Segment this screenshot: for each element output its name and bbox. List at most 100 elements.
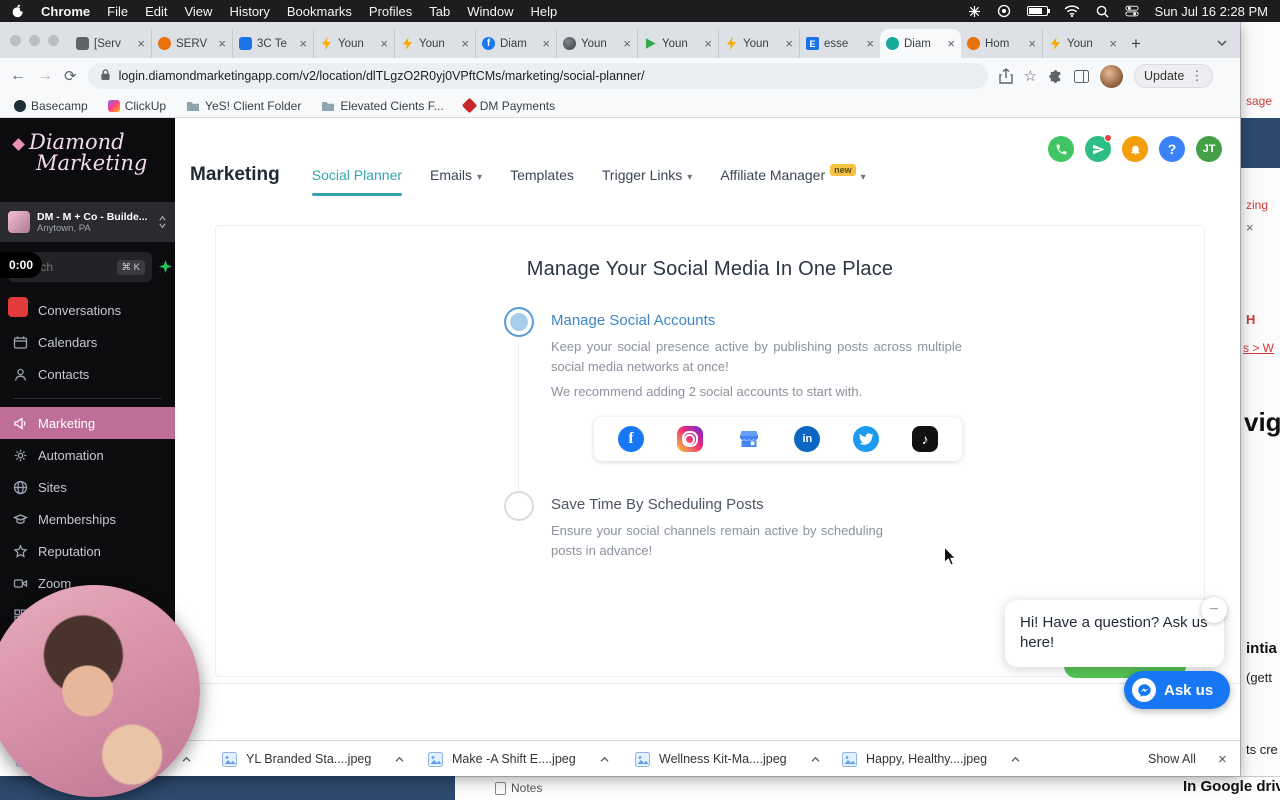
browser-tab-active[interactable]: Diam <box>880 29 961 58</box>
chevron-up-icon[interactable] <box>1010 756 1021 763</box>
chat-minimize-button[interactable]: − <box>1201 597 1227 623</box>
browser-tab[interactable]: Youn <box>394 29 475 58</box>
step2-radio[interactable] <box>504 491 534 521</box>
menu-bookmarks[interactable]: Bookmarks <box>287 4 352 19</box>
menu-window[interactable]: Window <box>467 4 513 19</box>
tab-affiliate-manager[interactable]: Affiliate Manager new <box>720 164 865 183</box>
snowflake-icon[interactable] <box>968 5 981 18</box>
profile-avatar[interactable] <box>1100 64 1124 88</box>
tab-close-icon[interactable] <box>620 36 631 51</box>
google-business-icon[interactable] <box>736 426 762 452</box>
chrome-update-button[interactable]: Update <box>1134 64 1214 88</box>
download-item[interactable]: Happy, Healthy....jpeg <box>842 741 1021 777</box>
bookmark-dm-payments[interactable]: DM Payments <box>461 97 555 114</box>
chevron-up-icon[interactable] <box>599 756 610 763</box>
twitter-icon[interactable] <box>853 426 880 452</box>
close-window-button[interactable] <box>10 35 21 46</box>
kebab-menu-icon[interactable] <box>1190 68 1203 84</box>
menu-app-name[interactable]: Chrome <box>41 4 90 19</box>
show-all-downloads-button[interactable]: Show All <box>1148 741 1196 777</box>
padlock-icon[interactable] <box>100 68 111 84</box>
bookmark-star-icon[interactable]: ☆ <box>1024 67 1037 85</box>
chevron-up-icon[interactable] <box>394 756 405 763</box>
linkedin-icon[interactable]: in <box>794 426 821 452</box>
tab-close-icon[interactable] <box>377 36 388 51</box>
browser-tab[interactable]: Youn <box>718 29 799 58</box>
address-bar[interactable]: login.diamondmarketingapp.com/v2/locatio… <box>87 63 988 89</box>
tab-close-icon[interactable] <box>458 36 469 51</box>
record-icon[interactable] <box>997 4 1011 18</box>
browser-tab[interactable]: SERV <box>151 29 232 58</box>
tab-close-icon[interactable] <box>215 36 226 51</box>
browser-tab[interactable]: [Serv <box>70 29 151 58</box>
tab-overflow-chevron-icon[interactable] <box>1216 34 1228 52</box>
browser-tab[interactable]: Hom <box>961 29 1042 58</box>
menu-tab[interactable]: Tab <box>429 4 450 19</box>
tab-close-icon[interactable] <box>701 36 712 51</box>
tab-emails[interactable]: Emails <box>430 167 482 183</box>
minimize-window-button[interactable] <box>29 35 40 46</box>
ask-us-button[interactable]: Ask us <box>1124 671 1231 709</box>
tab-social-planner[interactable]: Social Planner <box>311 167 403 196</box>
step1-radio[interactable] <box>504 307 534 337</box>
step2-title[interactable]: Save Time By Scheduling Posts <box>551 496 916 513</box>
menu-file[interactable]: File <box>107 4 128 19</box>
extensions-puzzle-icon[interactable] <box>1048 69 1063 84</box>
forward-button[interactable]: → <box>37 67 53 85</box>
tab-close-icon[interactable] <box>539 36 550 51</box>
bell-icon[interactable] <box>1122 136 1148 162</box>
browser-tab[interactable]: Youn <box>556 29 637 58</box>
facebook-icon[interactable]: f <box>618 426 644 452</box>
recording-timer[interactable]: 0:00 <box>0 252 42 278</box>
sidebar-item-marketing[interactable]: Marketing <box>0 407 175 439</box>
tab-close-icon[interactable] <box>1106 36 1117 51</box>
tiktok-icon[interactable]: ♪ <box>911 426 938 452</box>
browser-tab[interactable]: Youn <box>1042 29 1123 58</box>
apple-logo-icon[interactable] <box>12 4 24 18</box>
side-panel-icon[interactable] <box>1074 69 1090 83</box>
tab-close-icon[interactable] <box>1025 36 1036 51</box>
user-avatar[interactable]: JT <box>1196 136 1222 162</box>
send-icon[interactable] <box>1085 134 1112 162</box>
sidebar-item-memberships[interactable]: Memberships <box>0 503 175 535</box>
control-center-icon[interactable] <box>1124 4 1139 18</box>
browser-tab[interactable]: Youn <box>637 29 718 58</box>
share-icon[interactable] <box>998 68 1013 84</box>
bookmark-clickup[interactable]: ClickUp <box>107 99 166 113</box>
menu-help[interactable]: Help <box>531 4 558 19</box>
bookmark-basecamp[interactable]: Basecamp <box>14 99 88 113</box>
menu-history[interactable]: History <box>229 4 269 19</box>
wifi-icon[interactable] <box>1064 5 1080 17</box>
tab-templates[interactable]: Templates <box>510 167 574 183</box>
phone-icon[interactable] <box>1048 136 1074 162</box>
tab-trigger-links[interactable]: Trigger Links <box>602 167 692 183</box>
tab-close-icon[interactable] <box>944 36 955 51</box>
chevron-up-icon[interactable] <box>810 756 821 763</box>
download-item[interactable]: Make -A Shift E....jpeg <box>428 741 610 777</box>
zoom-window-button[interactable] <box>48 35 59 46</box>
menu-profiles[interactable]: Profiles <box>369 4 412 19</box>
search-icon[interactable] <box>1096 5 1109 18</box>
bookmark-elevated-clients[interactable]: Elevated Cients F... <box>321 99 444 113</box>
bookmark-yes-client-folder[interactable]: YeS! Client Folder <box>186 99 301 113</box>
instagram-icon[interactable] <box>676 426 703 452</box>
browser-tab[interactable]: Diam <box>475 29 556 58</box>
tab-close-icon[interactable] <box>863 36 874 51</box>
reload-button[interactable]: ⟳ <box>64 67 77 85</box>
browser-tab[interactable]: esse <box>799 29 880 58</box>
sidebar-item-sites[interactable]: Sites <box>0 471 175 503</box>
step1-title[interactable]: Manage Social Accounts <box>551 312 962 329</box>
ai-sparkle-icon[interactable] <box>159 260 172 278</box>
menu-view[interactable]: View <box>184 4 212 19</box>
sidebar-item-automation[interactable]: Automation <box>0 439 175 471</box>
stop-recording-button[interactable] <box>8 297 28 317</box>
new-tab-button[interactable]: + <box>1123 29 1149 58</box>
back-button[interactable]: ← <box>10 67 26 85</box>
tab-close-icon[interactable] <box>782 36 793 51</box>
sidebar-item-calendars[interactable]: Calendars <box>0 326 175 358</box>
help-icon[interactable]: ? <box>1159 136 1185 162</box>
location-switcher[interactable]: DM - M + Co - Builde... Anytown, PA <box>0 202 175 242</box>
download-item[interactable]: Wellness Kit-Ma....jpeg <box>635 741 821 777</box>
tab-close-icon[interactable] <box>134 36 145 51</box>
window-controls[interactable] <box>10 35 59 46</box>
